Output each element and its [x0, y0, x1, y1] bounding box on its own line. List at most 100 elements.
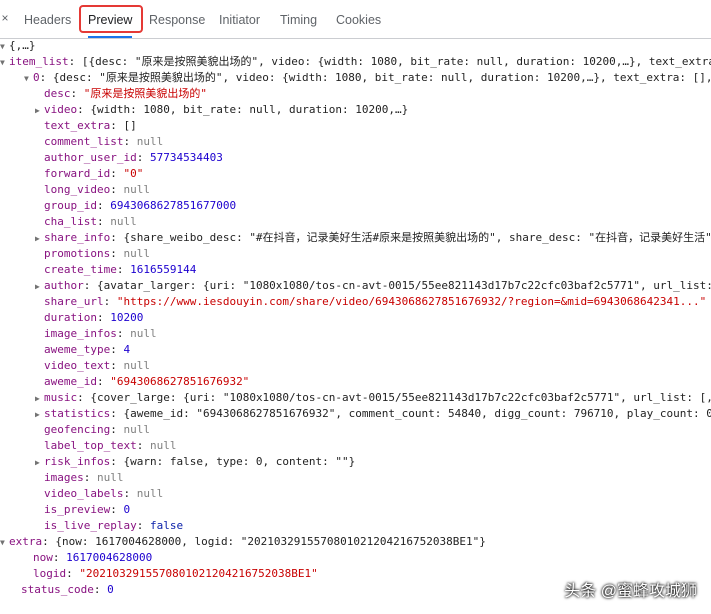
aweme-id-val: "6943068627851676932" — [110, 375, 250, 388]
tab-response[interactable]: Response — [149, 0, 205, 38]
label-top-text-val: null — [149, 439, 177, 452]
tree-row-is-preview[interactable]: is_preview: 0 — [0, 502, 711, 518]
key-value-separator: : — [110, 167, 124, 180]
tree-row-risk-infos[interactable]: ▶ risk_infos: {warn: false, type: 0, cont… — [0, 454, 711, 470]
tree-row-video-text[interactable]: video_text: null — [0, 358, 711, 374]
forward-id-val: "0" — [123, 167, 144, 180]
tab-headers[interactable]: Headers — [24, 0, 71, 38]
logid-key: logid — [33, 567, 67, 580]
tree-row-geofencing[interactable]: geofencing: null — [0, 422, 711, 438]
key-value-separator: : — [83, 471, 97, 484]
tree-row-root[interactable]: ▼ {,…} — [0, 38, 711, 54]
label-top-text-key: label_top_text — [44, 439, 137, 452]
key-value-separator: : — [136, 519, 150, 532]
expanded-triangle-icon[interactable]: ▼ — [0, 535, 9, 550]
tree-row-forward-id[interactable]: forward_id: "0" — [0, 166, 711, 182]
collapsed-triangle-icon[interactable]: ▶ — [35, 103, 44, 118]
risk-infos-val: {warn: false, type: 0, content: ""} — [123, 455, 356, 468]
music-val: {cover_large: {uri: "1080x1080/tos-cn-av… — [90, 391, 711, 404]
tree-row-item-0[interactable]: ▼ 0: {desc: "原来是按照美貌出场的", video: {width: … — [0, 70, 711, 86]
tree-row-desc[interactable]: desc: "原来是按照美貌出场的" — [0, 86, 711, 102]
key-value-separator: : — [110, 231, 124, 244]
key-value-separator: : — [39, 71, 53, 84]
cha-list-val: null — [110, 215, 137, 228]
tab-cookies[interactable]: Cookies — [336, 0, 381, 38]
item-list-key: item_list — [9, 55, 69, 68]
long-video-val: null — [123, 183, 150, 196]
tab-timing[interactable]: Timing — [280, 0, 317, 38]
author-user-id-key: author_user_id — [44, 151, 137, 164]
promotions-val: null — [123, 247, 150, 260]
risk-infos-key: risk_infos — [44, 455, 111, 468]
tree-row-aweme-id[interactable]: aweme_id: "6943068627851676932" — [0, 374, 711, 390]
share-url-val: "https://www.iesdouyin.com/share/video/6… — [116, 295, 707, 308]
long-video-key: long_video — [44, 183, 111, 196]
tree-row-duration[interactable]: duration: 10200 — [0, 310, 711, 326]
tree-row-video[interactable]: ▶ video: {width: 1080, bit_rate: null, du… — [0, 102, 711, 118]
tree-row-item-list[interactable]: ▼ item_list: [{desc: "原来是按照美貌出场的", video:… — [0, 54, 711, 70]
key-value-separator: : — [83, 279, 97, 292]
key-value-separator: : — [110, 247, 124, 260]
tree-row-group-id[interactable]: group_id: 6943068627851677000 — [0, 198, 711, 214]
tree-row-label-top-text[interactable]: label_top_text: null — [0, 438, 711, 454]
tab-preview[interactable]: Preview — [79, 0, 143, 38]
promotions-key: promotions — [44, 247, 111, 260]
tab-initiator[interactable]: Initiator — [219, 0, 260, 38]
collapsed-triangle-icon[interactable]: ▶ — [35, 407, 44, 422]
expanded-triangle-icon[interactable]: ▼ — [0, 55, 9, 70]
text-extra-val: [] — [123, 119, 137, 132]
tree-row-images[interactable]: images: null — [0, 470, 711, 486]
collapsed-triangle-icon[interactable]: ▶ — [35, 391, 44, 406]
item-list-summary: [{desc: "原来是按照美貌出场的", video: {width: 108… — [81, 55, 711, 68]
key-value-separator: : — [96, 375, 111, 388]
close-icon[interactable]: × — [0, 11, 10, 25]
tree-row-promotions[interactable]: promotions: null — [0, 246, 711, 262]
tree-row-extra[interactable]: ▼ extra: {now: 1617004628000, logid: "202… — [0, 534, 711, 550]
comment-list-key: comment_list — [44, 135, 124, 148]
music-key: music — [44, 391, 78, 404]
tree-row-is-live-replay[interactable]: is_live_replay: false — [0, 518, 711, 534]
item0-summary: {desc: "原来是按照美貌出场的", video: {width: 1080… — [52, 71, 711, 84]
expanded-triangle-icon[interactable]: ▼ — [0, 39, 9, 54]
key-value-separator: : — [110, 455, 124, 468]
extra-val: {now: 1617004628000, logid: "20210329155… — [55, 535, 486, 548]
tree-row-now[interactable]: now: 1617004628000 — [0, 550, 711, 566]
share-info-val: {share_weibo_desc: "#在抖音，记录美好生活#原来是按照美貌出… — [123, 231, 711, 244]
key-value-separator: : — [110, 423, 124, 436]
key-value-separator: : — [136, 439, 150, 452]
tree-row-share-url[interactable]: share_url: "https://www.iesdouyin.com/sh… — [0, 294, 711, 310]
tree-row-share-info[interactable]: ▶ share_info: {share_weibo_desc: "#在抖音，记录… — [0, 230, 711, 246]
is-preview-key: is_preview — [44, 503, 111, 516]
key-value-separator: : — [110, 503, 124, 516]
key-value-separator: : — [96, 311, 111, 324]
collapsed-triangle-icon[interactable]: ▶ — [35, 455, 44, 470]
tree-row-text-extra[interactable]: text_extra: [] — [0, 118, 711, 134]
tree-row-author-user-id[interactable]: author_user_id: 57734534403 — [0, 150, 711, 166]
author-val: {avatar_larger: {uri: "1080x1080/tos-cn-… — [97, 279, 711, 292]
collapsed-triangle-icon[interactable]: ▶ — [35, 231, 44, 246]
key-value-separator: : — [42, 535, 56, 548]
tree-row-comment-list[interactable]: comment_list: null — [0, 134, 711, 150]
share-url-key: share_url — [44, 295, 104, 308]
statistics-key: statistics — [44, 407, 111, 420]
key-value-separator: : — [77, 103, 91, 116]
key-value-separator: : — [68, 55, 82, 68]
key-value-separator: : — [52, 551, 67, 564]
desc-key: desc — [44, 87, 71, 100]
tree-row-music[interactable]: ▶ music: {cover_large: {uri: "1080x1080/t… — [0, 390, 711, 406]
tree-row-image-infos[interactable]: image_infos: null — [0, 326, 711, 342]
is-live-replay-key: is_live_replay — [44, 519, 137, 532]
tree-row-author[interactable]: ▶ author: {avatar_larger: {uri: "1080x108… — [0, 278, 711, 294]
tree-row-aweme-type[interactable]: aweme_type: 4 — [0, 342, 711, 358]
tree-row-create-time[interactable]: create_time: 1616559144 — [0, 262, 711, 278]
tree-row-video-labels[interactable]: video_labels: null — [0, 486, 711, 502]
collapsed-triangle-icon[interactable]: ▶ — [35, 279, 44, 294]
video-labels-val: null — [136, 487, 164, 500]
tree-row-long-video[interactable]: long_video: null — [0, 182, 711, 198]
logid-val: "2021032915570801021204216752038BE1" — [79, 567, 318, 580]
tree-row-cha-list[interactable]: cha_list: null — [0, 214, 711, 230]
key-value-separator: : — [96, 199, 111, 212]
geofencing-val: null — [123, 423, 150, 436]
tree-row-statistics[interactable]: ▶ statistics: {aweme_id: "694306862785167… — [0, 406, 711, 422]
expanded-triangle-icon[interactable]: ▼ — [24, 71, 33, 86]
